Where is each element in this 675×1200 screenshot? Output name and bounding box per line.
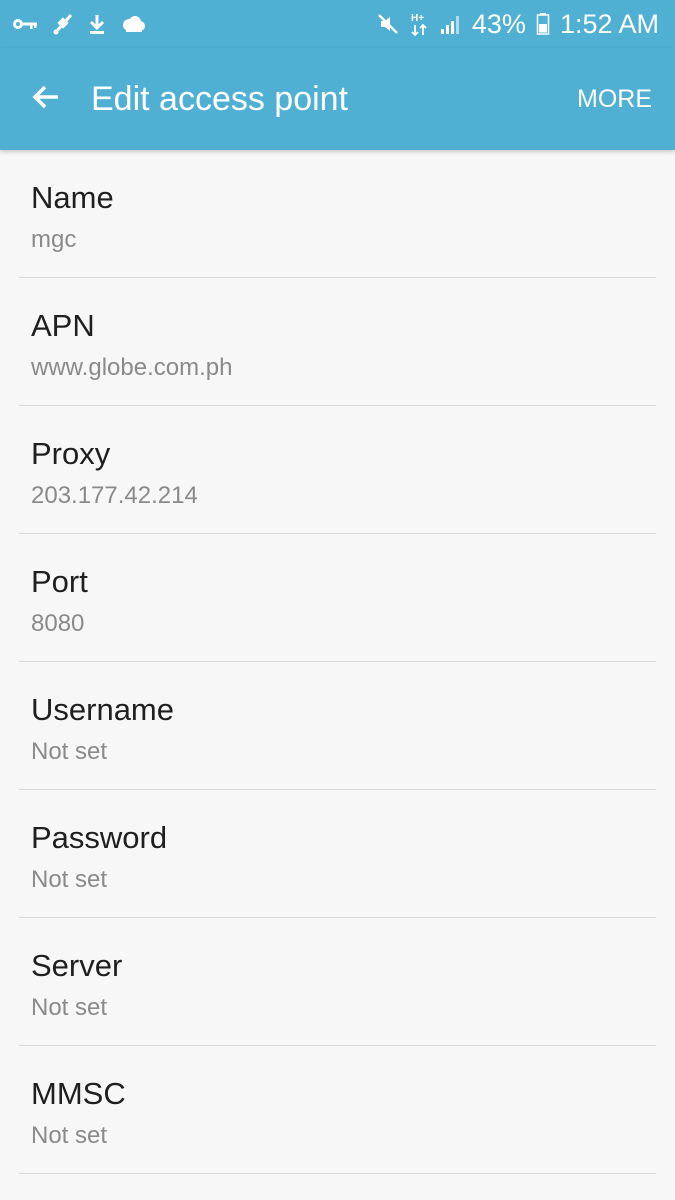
status-bar-system: H+ 43% 1:52 AM [376,0,659,48]
svg-text:H+: H+ [411,13,424,24]
setting-label: Password [31,820,168,855]
satellite-icon [52,12,74,36]
more-button[interactable]: MORE [577,84,652,114]
setting-server[interactable]: Server Not set [0,918,675,1046]
setting-value: Not set [31,866,108,893]
setting-username[interactable]: Username Not set [0,662,675,790]
setting-value: Not set [31,738,108,765]
setting-port[interactable]: Port 8080 [0,534,675,662]
download-icon [88,13,106,35]
setting-value: mgc [31,226,77,253]
battery-icon [536,12,550,36]
back-arrow-icon [30,81,62,118]
setting-proxy[interactable]: Proxy 203.177.42.214 [0,406,675,534]
divider [19,1173,656,1174]
setting-value: 203.177.42.214 [31,482,198,509]
setting-label: MMSC [31,1076,126,1111]
status-bar: H+ 43% 1:52 AM [0,0,675,48]
status-bar-notifications [12,0,146,48]
h-plus-data-icon: H+ [410,11,430,37]
setting-value: www.globe.com.ph [31,354,233,381]
page-title: Edit access point [91,80,349,118]
setting-label: Server [31,948,123,983]
setting-label: Port [31,564,88,599]
apn-settings-list: Name mgc APN www.globe.com.ph Proxy 203.… [0,150,675,1174]
setting-name[interactable]: Name mgc [0,150,675,278]
setting-value: Not set [31,994,108,1021]
setting-value: 8080 [31,610,85,637]
setting-value: Not set [31,1122,108,1149]
app-bar: Edit access point MORE [0,48,675,150]
setting-password[interactable]: Password Not set [0,790,675,918]
setting-mmsc[interactable]: MMSC Not set [0,1046,675,1174]
back-button[interactable] [22,75,70,123]
mute-icon [376,12,400,36]
signal-icon [440,13,462,35]
clock: 1:52 AM [559,8,659,39]
setting-label: APN [31,308,95,343]
setting-label: Username [31,692,174,727]
battery-percent: 43% [471,8,526,39]
setting-label: Proxy [31,436,111,471]
setting-apn[interactable]: APN www.globe.com.ph [0,278,675,406]
cloud-icon [120,15,146,33]
setting-label: Name [31,180,114,215]
key-icon [12,15,38,33]
